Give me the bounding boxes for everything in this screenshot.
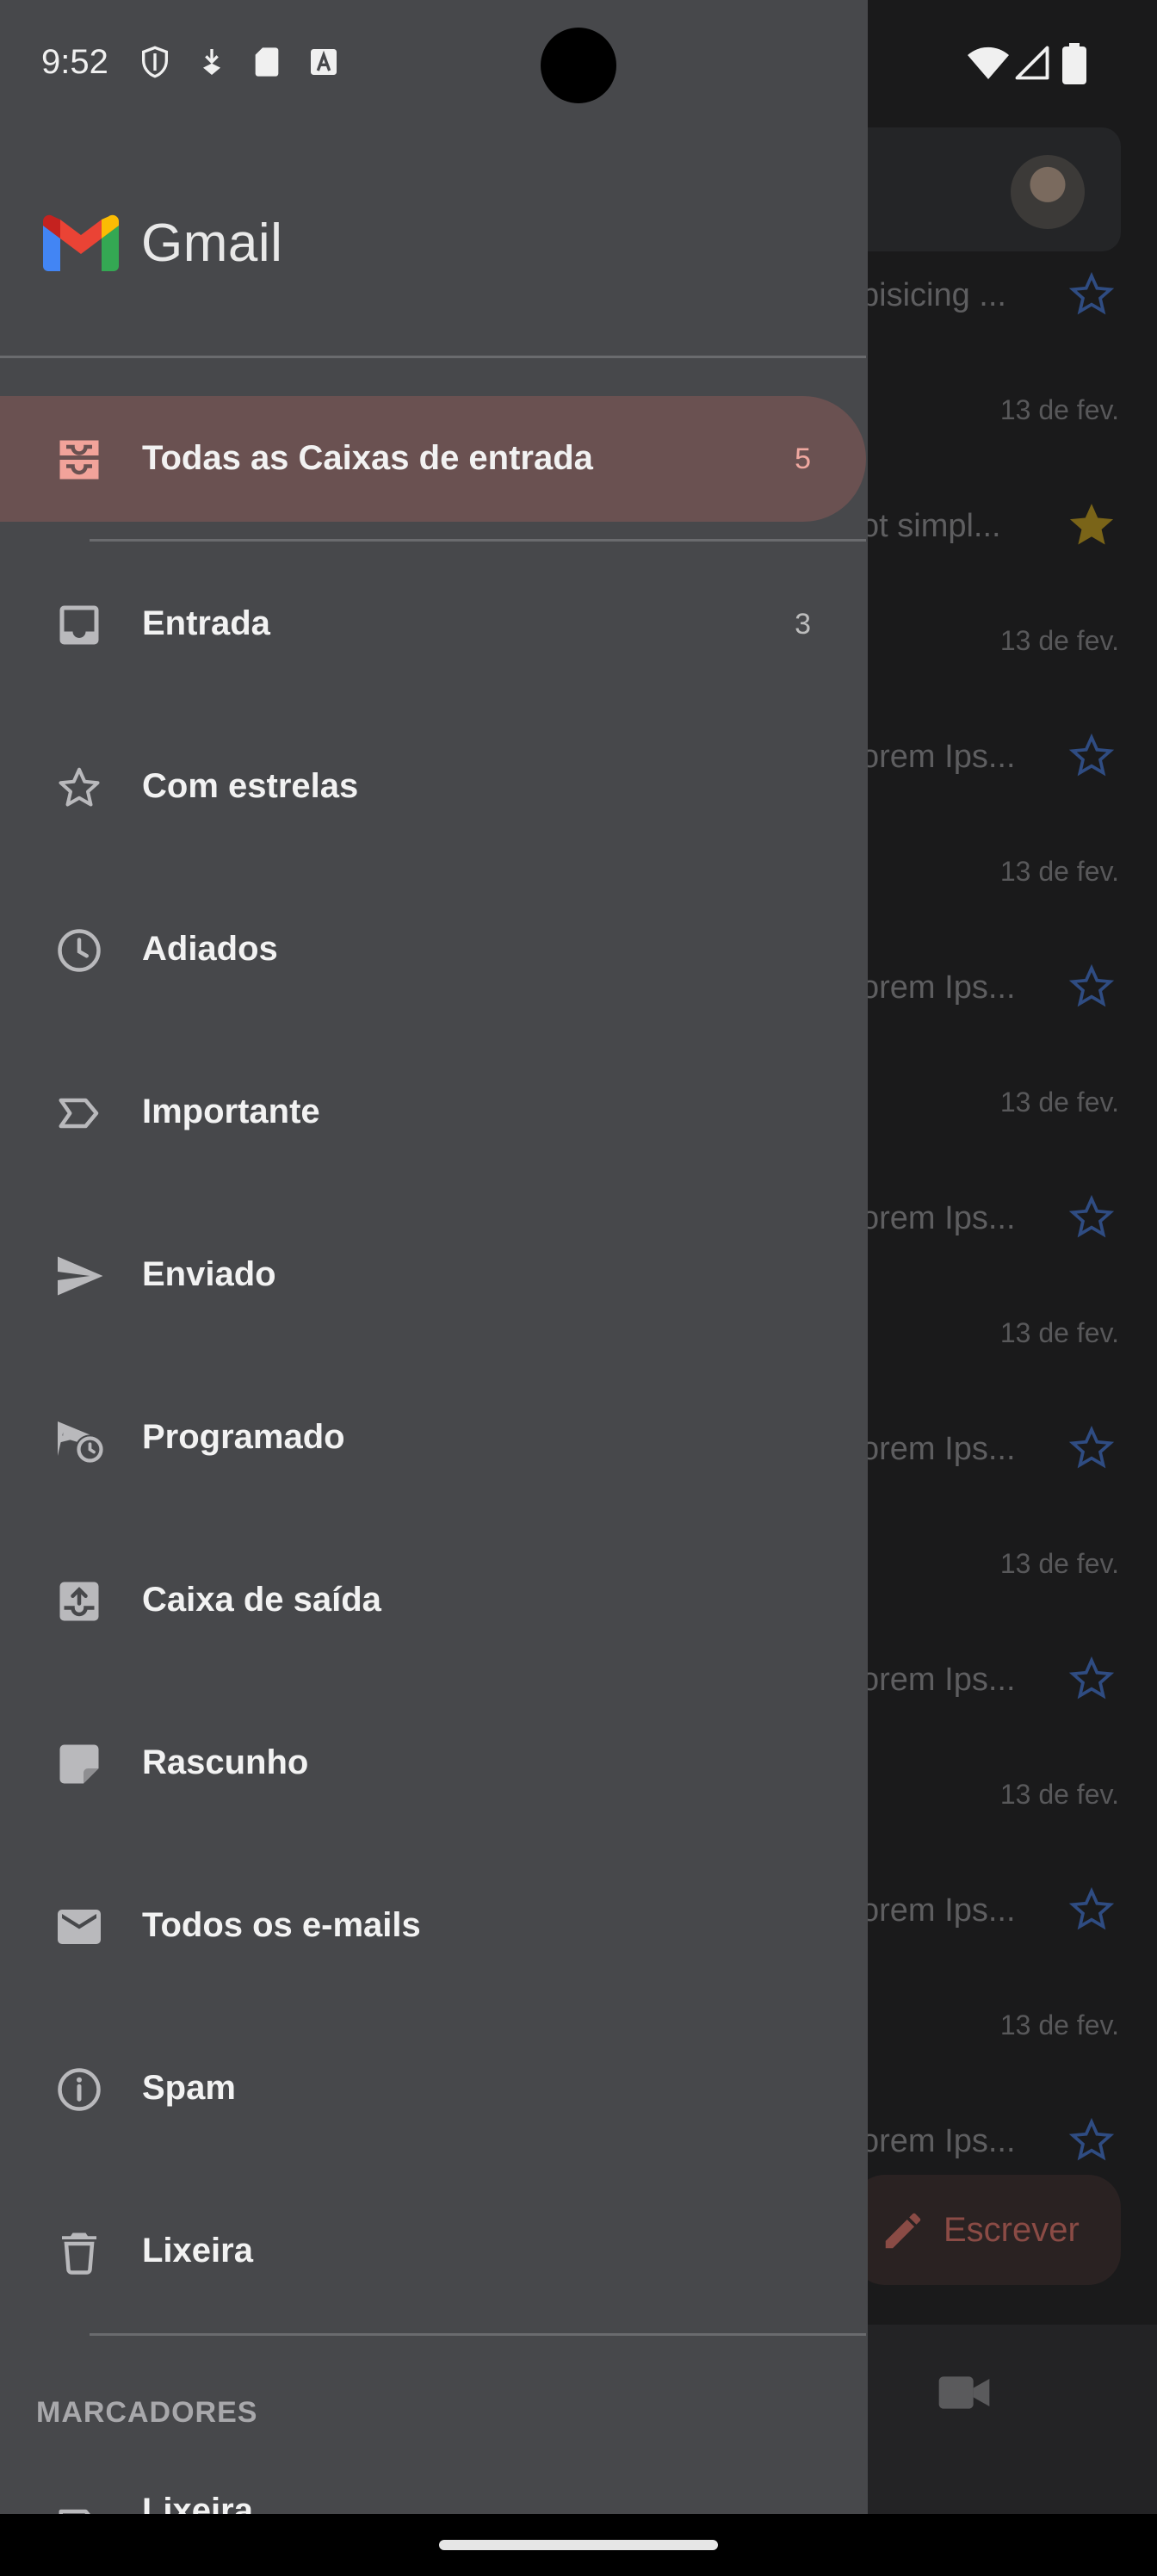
- nav-item-label: Lixeira: [142, 2492, 253, 2514]
- gmail-brand: Gmail: [43, 208, 282, 277]
- nav-item-outbox[interactable]: Caixa de saída: [0, 1538, 866, 1663]
- nav-item-starred[interactable]: Com estrelas: [0, 724, 866, 850]
- info-icon: [58, 2068, 101, 2111]
- email-date: 13 de fev.: [999, 1317, 1119, 1348]
- outbox-icon: [59, 1582, 99, 1621]
- email-snippet: orem Ips...: [861, 1662, 1016, 1698]
- nav-item-label: Importante: [142, 1093, 320, 1130]
- nav-item-label: Entrada: [142, 604, 270, 642]
- nav-item-label: Todos os e-mails: [142, 1906, 421, 1944]
- status-bar: 9:52: [0, 0, 1157, 129]
- nav-item-trash[interactable]: Lixeira: [0, 2189, 866, 2314]
- star-outline-icon[interactable]: [1067, 270, 1116, 319]
- nav-item-label: Adiados: [142, 930, 278, 968]
- email-snippet: orem Ips...: [861, 969, 1016, 1006]
- nav-item-scheduled[interactable]: Programado: [0, 1375, 866, 1501]
- trash-icon: [62, 2232, 96, 2275]
- email-snippet: orem Ips...: [861, 1892, 1016, 1929]
- status-time: 9:52: [41, 43, 108, 81]
- star-outline-icon[interactable]: [1067, 1424, 1116, 1472]
- email-snippet: orem Ips...: [861, 2123, 1016, 2159]
- compose-label: Escrever: [944, 2211, 1080, 2249]
- nav-item-label: Spam: [142, 2069, 236, 2107]
- nav-item-all-inboxes[interactable]: Todas as Caixas de entrada 5: [0, 396, 866, 522]
- video-camera-icon[interactable]: [937, 2371, 992, 2414]
- email-date: 13 de fev.: [999, 1548, 1119, 1579]
- wifi-icon: [968, 46, 1009, 79]
- email-date: 13 de fev.: [999, 1087, 1119, 1118]
- important-label-icon: [59, 1098, 99, 1129]
- account-avatar[interactable]: [1011, 155, 1085, 229]
- star-outline-icon[interactable]: [1067, 1193, 1116, 1242]
- nav-item-label: Rascunho: [142, 1743, 309, 1781]
- sd-card-icon: [255, 47, 279, 77]
- email-date: 13 de fev.: [999, 1779, 1119, 1810]
- front-camera: [541, 28, 616, 103]
- section-divider: [90, 2333, 866, 2336]
- shield-icon: [142, 46, 168, 78]
- nav-item-snoozed[interactable]: Adiados: [0, 887, 866, 1012]
- email-date: 13 de fev.: [999, 856, 1119, 887]
- clock-icon: [58, 929, 101, 972]
- battery-icon: [1062, 43, 1086, 84]
- mail-icon: [58, 1910, 101, 1944]
- bottom-navigation: [868, 2325, 1157, 2514]
- gmail-logo-icon: [43, 214, 119, 271]
- email-date: 13 de fev.: [999, 2009, 1119, 2040]
- scheduled-send-icon: [58, 1421, 103, 1463]
- star-outline-icon[interactable]: [1067, 1655, 1116, 1703]
- all-inboxes-icon: [59, 440, 99, 480]
- pencil-icon: [885, 2213, 921, 2249]
- star-outline-icon: [59, 767, 100, 807]
- unread-count: 5: [795, 443, 811, 475]
- app-title: Gmail: [141, 213, 283, 273]
- nav-item-spam[interactable]: Spam: [0, 2026, 866, 2152]
- star-filled-icon[interactable]: [1067, 501, 1116, 549]
- inbox-icon: [59, 605, 99, 645]
- draft-icon: [59, 1744, 99, 1784]
- section-divider: [90, 539, 866, 542]
- email-snippet: ot simpl...: [861, 508, 1001, 544]
- nav-item-label: Caixa de saída: [142, 1581, 381, 1619]
- send-icon: [58, 1256, 103, 1296]
- font-a-icon: [311, 49, 337, 75]
- email-snippet: pisicing ...: [861, 277, 1006, 313]
- unread-count: 3: [795, 608, 811, 641]
- star-outline-icon[interactable]: [1067, 1886, 1116, 1934]
- nav-item-sent[interactable]: Enviado: [0, 1212, 866, 1338]
- email-date: 13 de fev.: [999, 625, 1119, 656]
- label-icon: [59, 2509, 90, 2514]
- header-divider: [0, 356, 866, 358]
- signal-icon: [1015, 46, 1049, 80]
- navigation-drawer: Gmail Todas as Caixas de entrada 5 Entra…: [0, 0, 868, 2514]
- nav-item-important[interactable]: Importante: [0, 1050, 866, 1175]
- nav-item-label-lixeira[interactable]: Lixeira: [0, 2480, 866, 2514]
- star-outline-icon[interactable]: [1067, 963, 1116, 1011]
- email-snippet: orem Ips...: [861, 739, 1016, 775]
- star-outline-icon[interactable]: [1067, 2116, 1116, 2164]
- star-outline-icon[interactable]: [1067, 732, 1116, 780]
- download-icon: [203, 49, 220, 75]
- email-snippet: orem Ips...: [861, 1431, 1016, 1467]
- nav-item-drafts[interactable]: Rascunho: [0, 1700, 866, 1826]
- nav-item-label: Enviado: [142, 1255, 276, 1293]
- labels-section-title: MARCADORES: [36, 2396, 258, 2429]
- nav-item-label: Com estrelas: [142, 767, 359, 805]
- nav-item-all-mail[interactable]: Todos os e-mails: [0, 1863, 866, 1989]
- email-snippet: orem Ips...: [861, 1200, 1016, 1236]
- nav-item-inbox[interactable]: Entrada 3: [0, 561, 866, 687]
- home-gesture-handle[interactable]: [439, 2540, 718, 2550]
- nav-item-label: Programado: [142, 1418, 345, 1456]
- nav-item-label: Lixeira: [142, 2232, 253, 2269]
- email-date: 13 de fev.: [999, 394, 1119, 425]
- nav-item-label: Todas as Caixas de entrada: [142, 439, 593, 477]
